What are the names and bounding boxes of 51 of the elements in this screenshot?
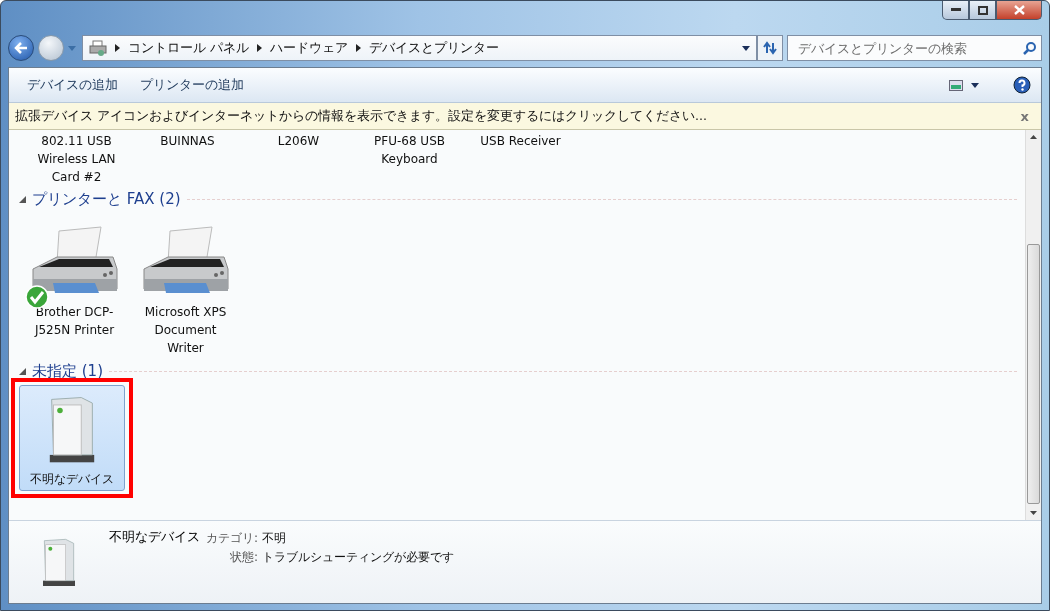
device-label[interactable]: USB Receiver [480,132,561,150]
breadcrumb[interactable]: コントロール パネル [128,39,250,57]
minimize-icon [950,8,961,12]
device-label[interactable]: PFU-68 USB Keyboard [359,132,460,168]
printer-small-icon [89,40,107,56]
scrollbar-thumb[interactable] [1027,244,1040,504]
vertical-scrollbar[interactable] [1025,130,1041,520]
refresh-arrows-icon [762,41,778,55]
dropdown-caret-icon[interactable] [742,45,750,51]
device-label[interactable]: 802.11 USB Wireless LAN Card #2 [26,132,127,186]
close-button[interactable] [996,1,1042,20]
breadcrumb[interactable]: ハードウェア [270,39,349,57]
collapse-arrow-icon[interactable] [19,195,26,203]
device-item[interactable]: 不明なデバイス [19,385,125,491]
device-item[interactable]: Brother DCP-J525N Printer [21,222,128,340]
property-label: カテゴリ: [204,530,259,547]
toolbar-button[interactable]: プリンターの追加 [132,72,252,98]
help-button[interactable] [1013,76,1031,94]
address-bar[interactable]: コントロール パネル ハードウェア デバイスとプリンター [82,35,757,61]
caret-icon [971,82,979,88]
maximize-icon [977,5,988,15]
breadcrumb-arrow-icon[interactable] [356,44,362,52]
device-label[interactable]: BUINNAS [160,132,215,150]
minimize-button[interactable] [942,1,969,20]
breadcrumb-arrow-icon[interactable] [257,44,263,52]
group-header[interactable]: 未指定 (1) [32,361,103,381]
property-value: トラブルシューティングが必要です [262,549,454,566]
group-header[interactable]: プリンターと FAX (2) [32,189,181,209]
toolbar-button[interactable]: デバイスの追加 [19,72,126,98]
back-button[interactable] [8,35,34,61]
device-item[interactable]: Microsoft XPS Document Writer [132,222,239,358]
help-icon [1013,76,1031,94]
search-field[interactable]: デバイスとプリンターの検索 [787,35,1042,61]
view-picture-icon [949,79,963,91]
property-value: 不明 [262,530,287,547]
collapse-arrow-icon[interactable] [19,367,26,375]
search-icon [1023,41,1036,55]
device-label[interactable]: L206W [277,132,320,150]
maximize-button[interactable] [969,1,996,20]
refresh-button[interactable] [757,35,783,61]
device-name: 不明なデバイス [109,528,200,546]
back-arrow-icon [14,42,28,54]
property-label: 状態: [228,549,259,566]
info-bar-message[interactable]: 拡張デバイス アイコンおよびインターネットからの情報を表示できます。設定を変更するにはクリックしてください... [15,107,707,125]
breadcrumb-arrow-icon[interactable] [115,44,120,52]
info-bar[interactable]: 拡張デバイス アイコンおよびインターネットからの情報を表示できます。設定を変更するにはクリックしてください... x [9,103,1041,130]
scroll-down-arrow-icon[interactable] [1030,511,1037,515]
scroll-up-arrow-icon[interactable] [1030,135,1037,139]
breadcrumb[interactable]: デバイスとプリンター [369,39,500,57]
info-bar-close-button[interactable]: x [1016,108,1033,124]
close-icon [1013,5,1025,15]
